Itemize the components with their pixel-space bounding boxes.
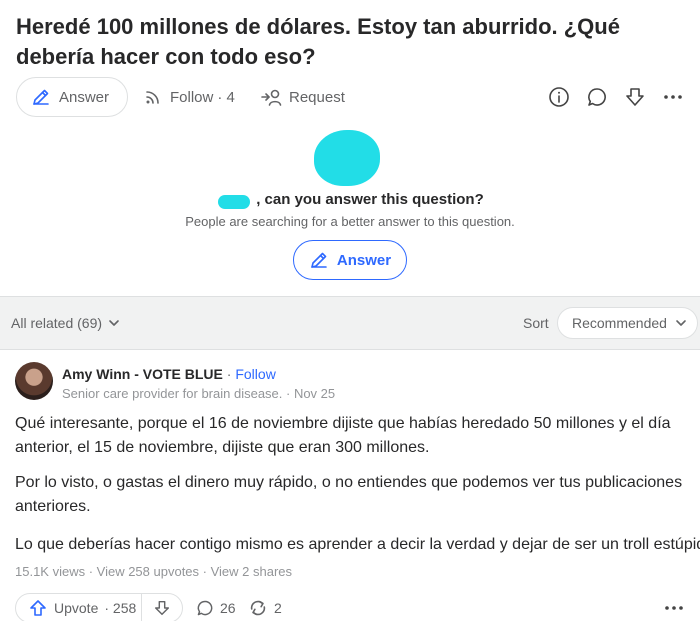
- answer-card: Amy Winn - VOTE BLUE · Follow Senior car…: [0, 349, 700, 621]
- author-name[interactable]: Amy Winn - VOTE BLUE: [62, 366, 223, 382]
- follow-icon: [144, 88, 162, 106]
- share-count: 2: [274, 600, 282, 616]
- question-card: Heredé 100 millones de dólares. Estoy ta…: [0, 0, 700, 297]
- downvote-icon: [153, 599, 171, 617]
- follow-label: Follow: [170, 88, 214, 106]
- chevron-down-icon: [675, 317, 687, 329]
- share-button[interactable]: 2: [248, 599, 282, 617]
- answer-paragraph: Qué interesante, porque el 16 de noviemb…: [15, 415, 671, 456]
- related-label: All related (69): [11, 315, 103, 331]
- question-title[interactable]: Heredé 100 millones de dólares. Estoy ta…: [16, 12, 676, 72]
- answer-button[interactable]: Answer: [16, 77, 128, 117]
- upvote-button[interactable]: Upvote · 258: [16, 594, 142, 621]
- info-icon[interactable]: [548, 86, 570, 108]
- related-filter[interactable]: All related (69): [11, 315, 120, 331]
- related-bar: All related (69) Sort Recommended: [0, 298, 700, 348]
- more-icon[interactable]: [663, 602, 685, 614]
- downvote-icon[interactable]: [624, 86, 646, 108]
- author-separator: ·: [222, 366, 236, 382]
- request-button[interactable]: Request: [261, 77, 345, 117]
- author-follow-link[interactable]: Follow: [235, 366, 275, 382]
- downvote-button[interactable]: [142, 594, 182, 621]
- request-icon: [261, 87, 283, 107]
- author-line: Amy Winn - VOTE BLUE · Follow: [62, 366, 276, 382]
- follow-count: · 4: [217, 88, 235, 106]
- upvote-label: Upvote: [54, 600, 99, 616]
- comment-icon[interactable]: [586, 86, 608, 108]
- sort-value: Recommended: [572, 315, 667, 331]
- comment-icon: [196, 599, 214, 617]
- pencil-icon: [309, 250, 329, 270]
- upvote-count: · 258: [104, 600, 137, 616]
- question-tool-icons: [548, 77, 684, 117]
- share-icon: [248, 599, 268, 617]
- follow-button[interactable]: Follow · 4: [144, 77, 235, 117]
- question-actions: Answer Follow · 4 Request: [16, 77, 684, 117]
- sort-dropdown[interactable]: Recommended: [557, 307, 698, 339]
- author-credential: Senior care provider for brain disease. …: [62, 386, 336, 401]
- request-label: Request: [289, 88, 345, 106]
- more-icon[interactable]: [662, 86, 684, 108]
- author-avatar[interactable]: [15, 362, 53, 400]
- comments-button[interactable]: 26: [196, 599, 236, 617]
- answer-paragraph: Por lo visto, o gastas el dinero muy ráp…: [15, 474, 683, 515]
- pencil-icon: [31, 87, 51, 107]
- upvote-icon: [28, 598, 48, 618]
- answer-prompt-subtext: People are searching for a better answer…: [185, 214, 515, 229]
- redacted-avatar: [314, 130, 380, 186]
- answer-cta-label: Answer: [336, 251, 392, 269]
- vote-group: Upvote · 258: [15, 593, 183, 621]
- answer-paragraph: Lo que deberías hacer contigo mismo es a…: [15, 536, 700, 553]
- chevron-down-icon: [108, 317, 120, 329]
- comment-count: 26: [220, 600, 236, 616]
- answer-footer: Upvote · 258 26 2: [15, 593, 685, 621]
- answer-prompt: , can you answer this question?: [256, 191, 484, 208]
- answer-cta-button[interactable]: Answer: [293, 240, 407, 280]
- answer-button-label: Answer: [59, 88, 110, 106]
- answer-stats[interactable]: 15.1K views · View 258 upvotes · View 2 …: [15, 564, 292, 579]
- sort-label: Sort: [523, 315, 549, 331]
